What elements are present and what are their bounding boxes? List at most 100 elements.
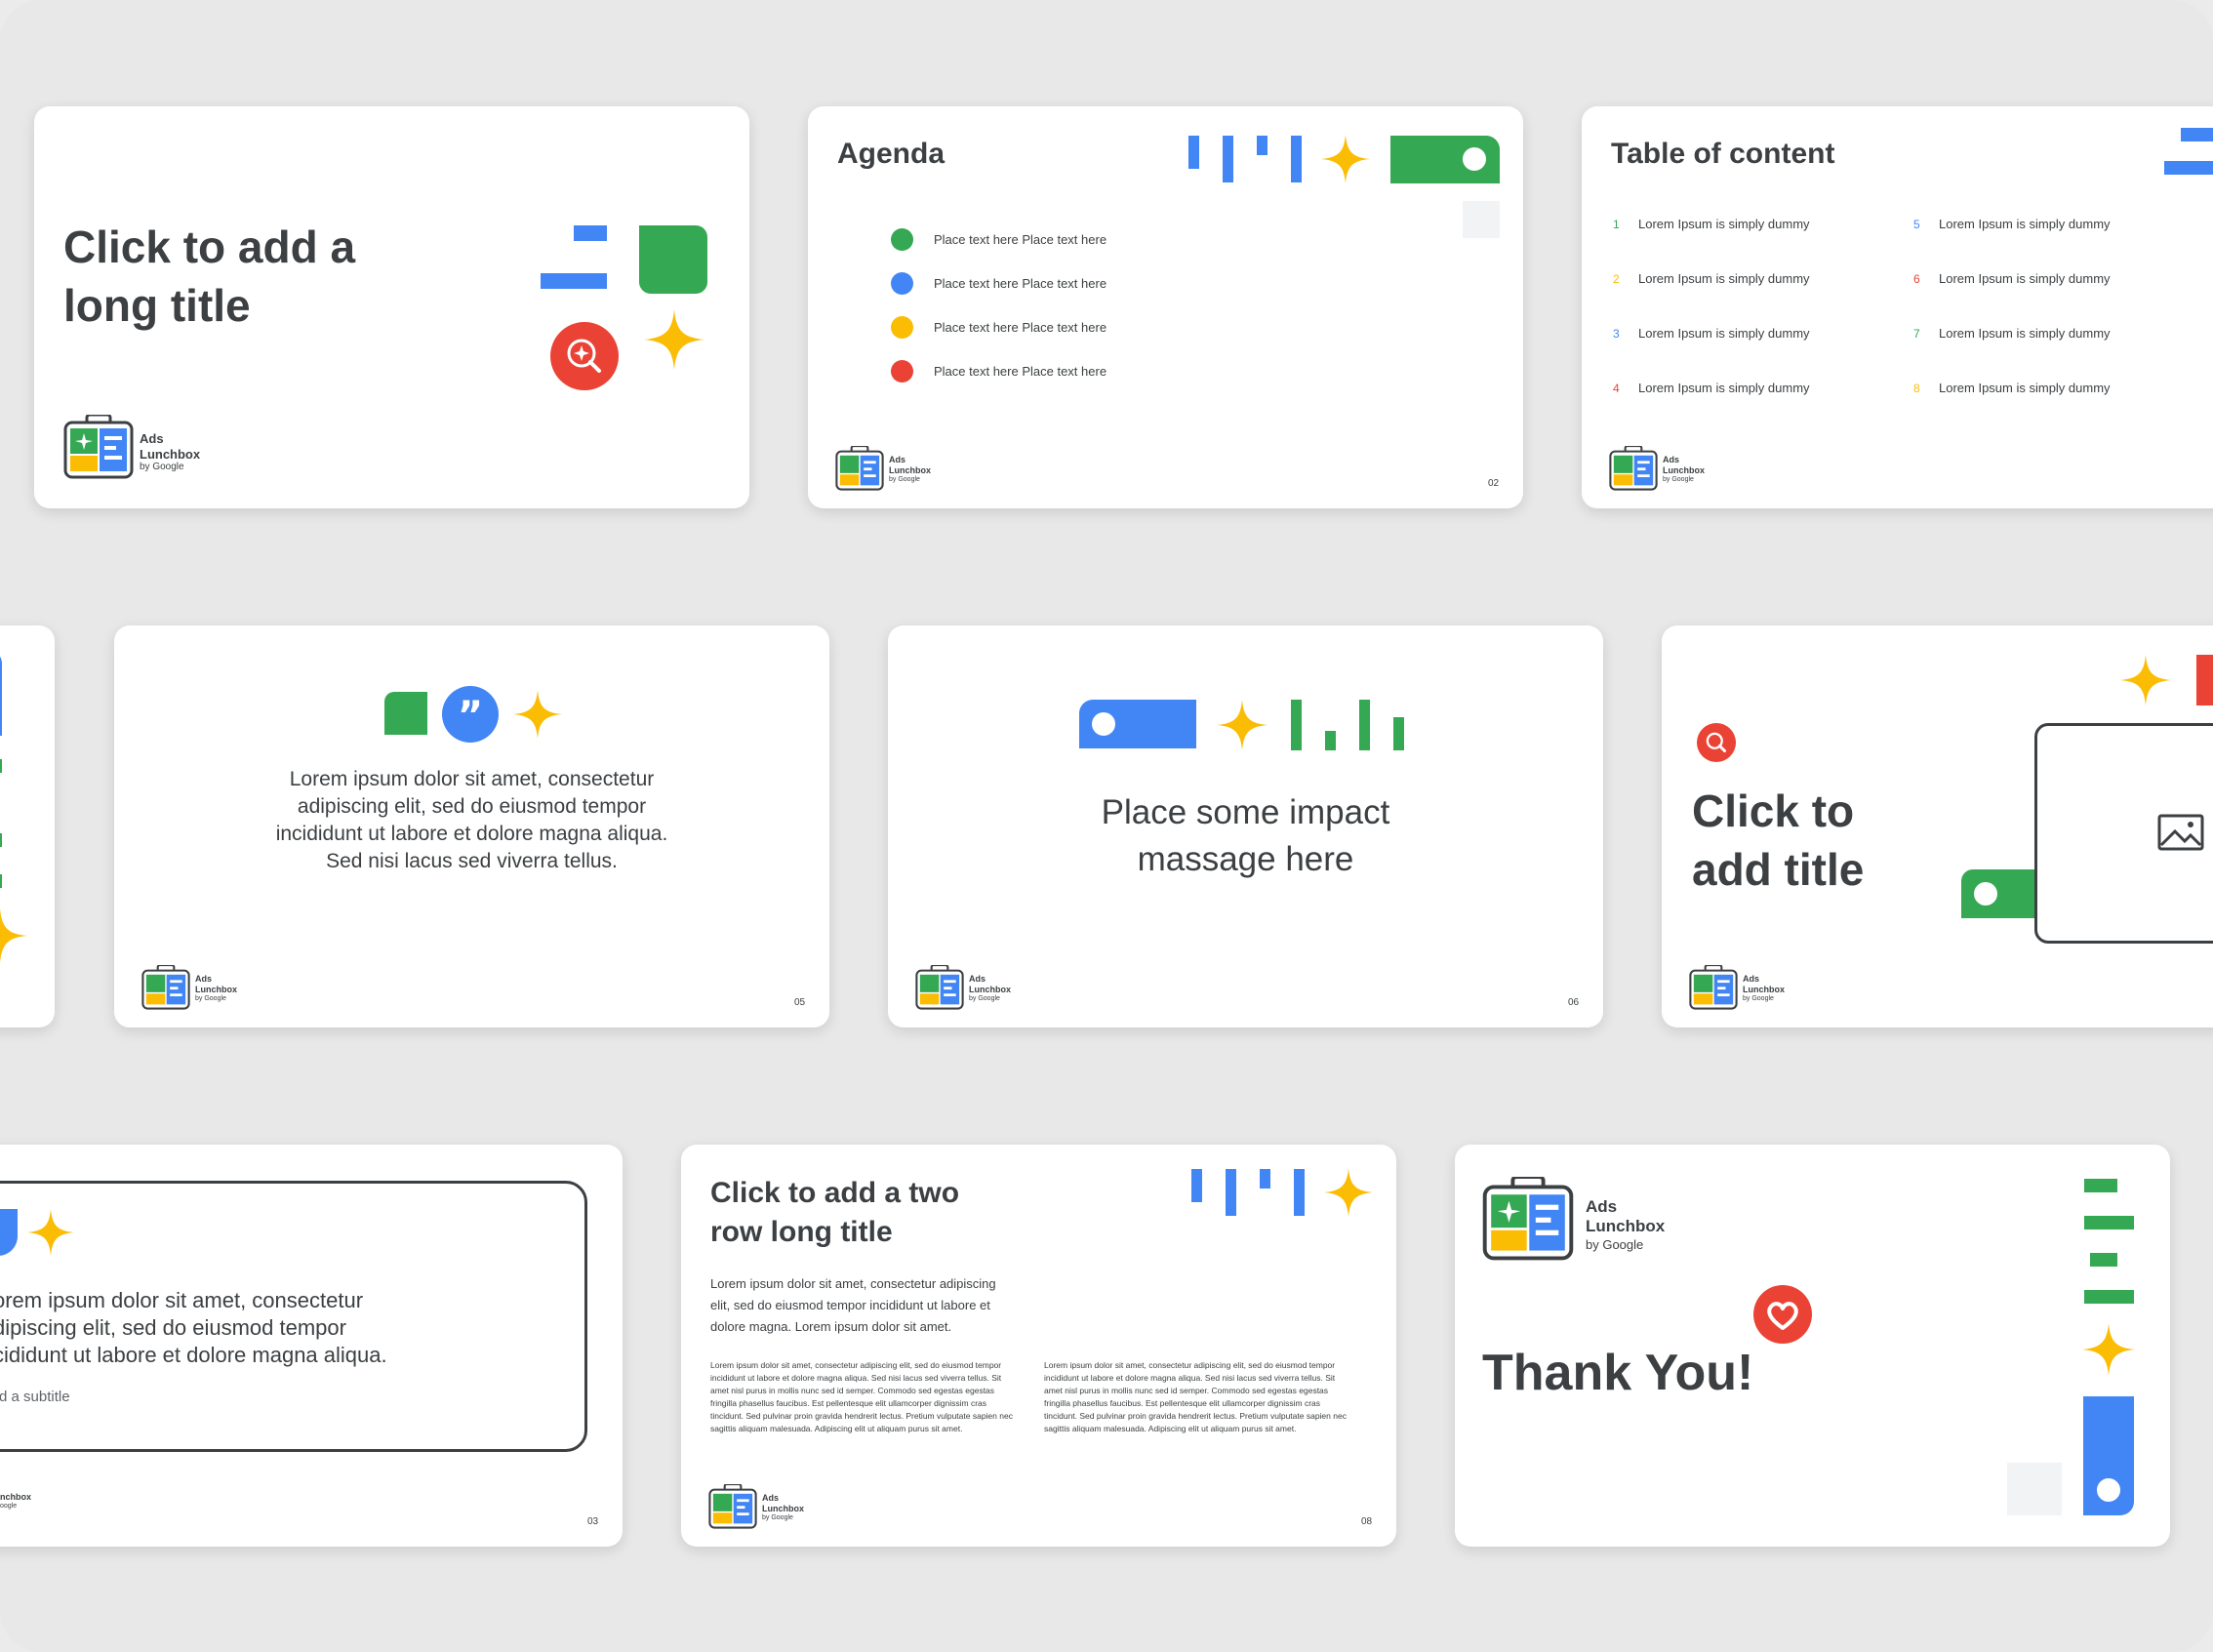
toc-entry[interactable]: Lorem Ipsum is simply dummy — [1939, 217, 2111, 231]
quote-line: cididunt ut labore et dolore magna aliqu… — [0, 1343, 387, 1367]
heart-icon — [1753, 1285, 1812, 1344]
quote-icon: ” — [442, 686, 499, 743]
toggle-knob — [2097, 1478, 2120, 1502]
toggle-knob — [1974, 882, 1997, 906]
brand-line-2: Lunchbox — [1663, 464, 1705, 475]
title-line-1: Click to add a two — [710, 1177, 960, 1209]
toc-number: 6 — [1913, 272, 1920, 286]
toc-number: 4 — [1613, 382, 1620, 395]
intro-line: Lorem ipsum dolor sit amet, consectetur … — [710, 1276, 996, 1291]
brand-line-3: by Google — [1586, 1236, 1644, 1252]
blue-bar-shape — [1294, 1169, 1305, 1216]
slide-partial-left[interactable] — [0, 625, 55, 1027]
toc-entry[interactable]: Lorem Ipsum is simply dummy — [1939, 381, 2111, 395]
quote-line: Lorem ipsum dolor sit amet, consectetur — [289, 768, 655, 790]
slide-quote-box[interactable]: orem ipsum dolor sit amet, consectetur d… — [0, 1145, 623, 1547]
brand-line-1: Ads — [889, 455, 906, 464]
toc-entry[interactable]: Lorem Ipsum is simply dummy — [1638, 217, 1810, 231]
agenda-title: Agenda — [837, 138, 946, 170]
slide-agenda[interactable]: Agenda Place text here Place text here P… — [808, 106, 1523, 508]
toc-entry[interactable]: Lorem Ipsum is simply dummy — [1939, 326, 2111, 341]
brand-line-2: Lunchbox — [140, 446, 201, 462]
quote-line: Sed nisi lacus sed viverra tellus. — [326, 850, 618, 872]
title-line-2: add title — [1692, 844, 1865, 895]
body-line: Lorem ipsum dolor sit amet, consectetur … — [1044, 1360, 1336, 1370]
green-bar-shape — [0, 833, 2, 847]
brand-text: Ads Lunchbox by Google — [889, 455, 931, 484]
brand-line-1: Ads — [1663, 455, 1680, 464]
blue-bar-shape — [1188, 136, 1199, 169]
title-line-1: Click to add a — [63, 222, 356, 272]
blue-toggle-shape — [0, 650, 2, 736]
brand-text: nchbox oogle — [0, 1492, 31, 1511]
green-bar-shape — [1359, 700, 1370, 750]
blue-toggle-shape — [1079, 700, 1196, 748]
body-line: sagittis aliquam malesuada. Adipiscing e… — [710, 1424, 963, 1433]
intro-paragraph: Lorem ipsum dolor sit amet, consectetur … — [710, 1273, 996, 1338]
ads-lunchbox-logo — [1609, 445, 1658, 496]
brand-line-1: Ads — [762, 1493, 780, 1503]
quote-text: Lorem ipsum dolor sit amet, consectetur … — [114, 766, 829, 875]
body-line: Lorem ipsum dolor sit amet, consectetur … — [710, 1360, 1002, 1370]
toc-entry[interactable]: Lorem Ipsum is simply dummy — [1939, 271, 2111, 286]
slide-title[interactable]: Click to add a long title Ads Lunchbox b… — [34, 106, 749, 508]
grey-square-shape — [2007, 1463, 2062, 1515]
agenda-item: Place text here Place text here — [934, 364, 1107, 379]
ads-lunchbox-logo — [1689, 964, 1738, 1015]
brand-line-2: Lunchbox — [1586, 1217, 1666, 1236]
slide-image-title[interactable]: Click to add title Ads Lunchbox by Googl… — [1662, 625, 2213, 1027]
slide-two-row-title[interactable]: Click to add a two row long title Lorem … — [681, 1145, 1396, 1547]
toggle-knob — [1092, 712, 1115, 736]
quote-line: incididunt ut labore et dolore magna ali… — [275, 823, 668, 845]
quote-line: orem ipsum dolor sit amet, consectetur — [0, 1288, 364, 1312]
toc-entry[interactable]: Lorem Ipsum is simply dummy — [1638, 381, 1810, 395]
agenda-item: Place text here Place text here — [934, 276, 1107, 291]
slide-quote[interactable]: ” Lorem ipsum dolor sit amet, consectetu… — [114, 625, 829, 1027]
red-bar-shape — [2196, 655, 2213, 705]
blue-bar-shape — [2164, 161, 2213, 175]
brand-line-2: Lunchbox — [889, 464, 931, 475]
slide-impact-message[interactable]: Place some impact massage here Ads Lunch… — [888, 625, 1603, 1027]
blue-bar-shape — [1260, 1169, 1270, 1189]
brand-line-2: Lunchbox — [762, 1503, 804, 1513]
body-line: amet nisl purus in mollis nunc sed id se… — [710, 1386, 995, 1395]
sparkle-icon — [513, 690, 562, 739]
ads-lunchbox-logo — [1482, 1175, 1574, 1266]
ads-lunchbox-logo — [915, 964, 964, 1015]
slide-table-of-content[interactable]: Table of content 1 Lorem Ipsum is simply… — [1582, 106, 2213, 508]
toc-entry[interactable]: Lorem Ipsum is simply dummy — [1638, 326, 1810, 341]
blue-bar-shape — [1257, 136, 1267, 155]
green-bar-shape — [2084, 1290, 2134, 1304]
impact-message: Place some impact massage here — [888, 789, 1603, 883]
quote-subtitle: d a subtitle — [0, 1389, 70, 1405]
sparkle-icon — [27, 1209, 74, 1256]
image-placeholder[interactable] — [2034, 723, 2213, 944]
sparkle-icon — [1321, 135, 1370, 183]
title-line-1: Click to — [1692, 786, 1855, 836]
brand-line-1: Ads — [969, 974, 986, 984]
agenda-bullet-blue — [891, 272, 913, 295]
green-bar-shape — [2084, 1179, 2117, 1192]
brand-line-1: Ads — [140, 431, 164, 446]
green-square-shape — [639, 225, 707, 294]
brand-line-3: by Google — [140, 462, 184, 473]
blue-bar-shape — [541, 273, 607, 289]
slide-thank-you[interactable]: Ads Lunchbox by Google Thank You! — [1455, 1145, 2170, 1547]
body-line: tincidunt. Sed pulvinar proin gravida he… — [1044, 1411, 1347, 1421]
brand-text: Ads Lunchbox by Google — [195, 974, 237, 1003]
green-bar-shape — [2090, 1253, 2117, 1267]
green-bar-shape — [1393, 717, 1404, 750]
blue-bar-shape — [1223, 136, 1233, 182]
body-line: sagittis aliquam malesuada. Adipiscing e… — [1044, 1424, 1297, 1433]
agenda-bullet-green — [891, 228, 913, 251]
ads-lunchbox-logo — [141, 964, 190, 1015]
slide-title-heading: Click to add title — [1692, 782, 1864, 899]
green-bar-shape — [1325, 731, 1336, 750]
body-column-right: Lorem ipsum dolor sit amet, consectetur … — [1044, 1359, 1356, 1435]
toc-entry[interactable]: Lorem Ipsum is simply dummy — [1638, 271, 1810, 286]
brand-line-2: nchbox — [0, 1492, 32, 1502]
blue-bar-shape — [1226, 1169, 1236, 1216]
quote-line: adipiscing elit, sed do eiusmod tempor — [297, 795, 647, 818]
ads-lunchbox-logo — [63, 413, 134, 484]
brand-text: Ads Lunchbox by Google — [1663, 455, 1705, 484]
